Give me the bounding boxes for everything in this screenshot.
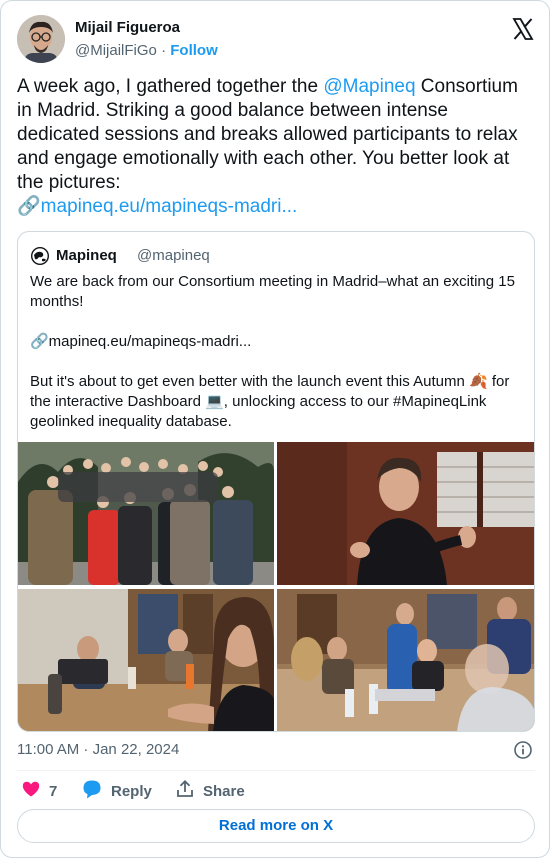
action-bar: 7 Reply Share (17, 779, 535, 803)
author-name[interactable]: Mijail Figueroa (75, 19, 180, 36)
share-button[interactable]: Share (175, 779, 245, 803)
globe-icon (30, 246, 50, 266)
info-icon[interactable] (513, 740, 533, 760)
group-photo[interactable] (18, 442, 274, 585)
heart-icon (21, 779, 41, 803)
share-label: Share (203, 782, 245, 800)
follow-button[interactable]: Follow (170, 42, 218, 59)
tweet-timestamp[interactable]: 11:00 AM · Jan 22, 2024 (17, 741, 179, 758)
like-button[interactable]: 7 (21, 779, 57, 803)
reply-icon (81, 778, 103, 804)
divider (17, 770, 535, 771)
speaker-photo[interactable] (277, 442, 534, 585)
share-icon (175, 779, 195, 803)
tweet-card: Mijail Figueroa @MijailFiGo · Follow A w… (0, 0, 550, 858)
article-link[interactable]: mapineq.eu/mapineqs-madri... (41, 196, 298, 217)
reply-label: Reply (111, 782, 152, 800)
author-avatar[interactable] (17, 15, 65, 63)
tweet-text-start: A week ago, I gathered together the (17, 76, 324, 97)
link-emoji: 🔗 (17, 196, 41, 217)
meeting-photo-discussion[interactable] (277, 589, 534, 731)
handle-separator: · (156, 42, 171, 59)
quoted-tweet[interactable]: Mapineq @mapineq We are back from our Co… (17, 231, 535, 732)
author-handle[interactable]: @MijailFiGo (75, 42, 157, 59)
like-count: 7 (49, 782, 58, 800)
quoted-text: We are back from our Consortium meeting … (30, 273, 515, 430)
read-more-button[interactable]: Read more on X (17, 809, 535, 843)
tweet-header: Mijail Figueroa @MijailFiGo · Follow (17, 15, 535, 63)
meeting-photo-woman[interactable] (18, 589, 274, 731)
x-logo-icon[interactable] (511, 17, 535, 41)
tweet-text: A week ago, I gathered together the @Map… (17, 75, 535, 219)
mention-link[interactable]: @Mapineq (323, 76, 415, 97)
photo-grid (18, 442, 534, 731)
quoted-author-handle: @mapineq (137, 247, 210, 264)
author-handle-row: @MijailFiGo · Follow (75, 42, 218, 59)
quoted-author-name: Mapineq (56, 247, 117, 264)
reply-button[interactable]: Reply (81, 779, 152, 803)
